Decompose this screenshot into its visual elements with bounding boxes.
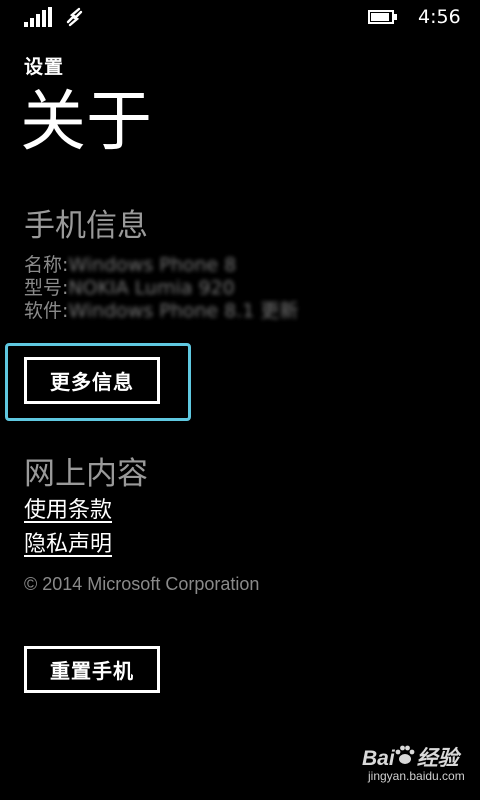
info-row-name: 名称:Windows Phone 8: [24, 253, 236, 277]
clock: 4:56: [418, 6, 461, 28]
more-info-button[interactable]: 更多信息: [24, 357, 160, 404]
reset-phone-button[interactable]: 重置手机: [24, 646, 160, 693]
info-label: 型号:: [24, 277, 69, 299]
privacy-statement-link[interactable]: 隐私声明: [24, 530, 112, 560]
watermark-brand-left: Bai: [362, 747, 395, 770]
signal-bars-icon: [24, 7, 54, 27]
paw-icon: [395, 745, 415, 764]
info-value: Windows Phone 8.1 更新: [68, 300, 299, 322]
info-value: Windows Phone 8: [68, 254, 237, 276]
info-value: NOKIA Lumia 920: [68, 277, 235, 299]
phone-info-heading: 手机信息: [24, 208, 148, 244]
info-row-model: 型号:NOKIA Lumia 920: [24, 276, 235, 300]
watermark-brand-right: 经验: [416, 747, 459, 770]
terms-of-use-link[interactable]: 使用条款: [24, 496, 112, 526]
copyright-text: © 2014 Microsoft Corporation: [24, 574, 260, 594]
watermark-url: jingyan.baidu.com: [368, 769, 465, 783]
battery-icon: [368, 10, 398, 24]
info-label: 名称:: [24, 254, 69, 276]
page-title: 关于: [20, 83, 152, 160]
info-row-software: 软件:Windows Phone 8.1 更新: [24, 299, 298, 323]
data-connection-icon: [66, 7, 83, 27]
info-label: 软件:: [24, 300, 69, 322]
status-bar: 4:56: [0, 0, 480, 34]
baidu-jingyan-watermark: Bai 经验 jingyan.baidu.com: [362, 742, 474, 792]
app-title: 设置: [24, 56, 65, 78]
online-content-heading: 网上内容: [24, 456, 148, 492]
